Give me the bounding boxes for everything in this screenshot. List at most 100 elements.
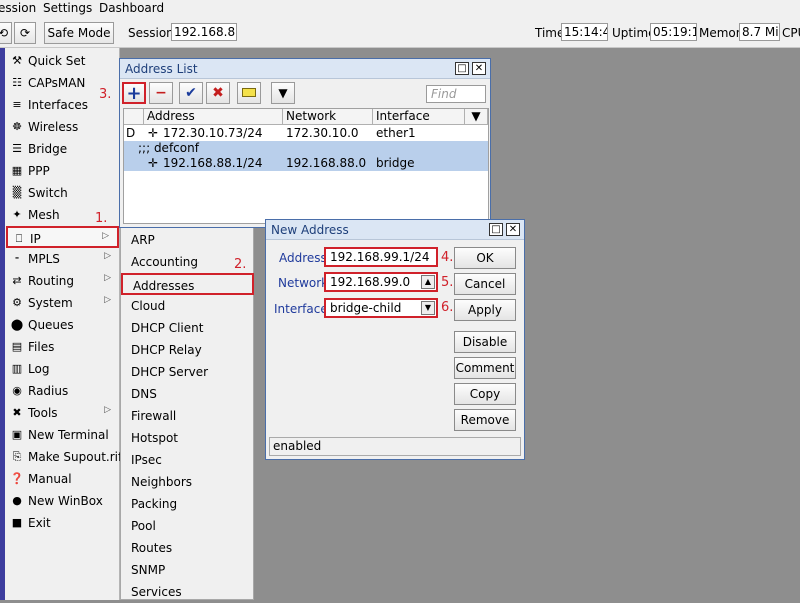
sidebar-item-new-terminal[interactable]: ▣ New Terminal xyxy=(6,424,119,446)
sidebar-item-ip[interactable]: ⎕ IP ▷ xyxy=(6,226,119,248)
enable-button[interactable]: ✔ xyxy=(179,82,203,104)
check-icon: ✔ xyxy=(185,85,197,101)
close-icon[interactable]: ✕ xyxy=(472,62,486,75)
apply-button[interactable]: Apply xyxy=(454,299,516,321)
sidebar-item-label: Mesh xyxy=(28,208,60,222)
comment-button[interactable]: Comment xyxy=(454,357,516,379)
sidebar-item-label: Interfaces xyxy=(28,98,88,112)
sidebar-item-ppp[interactable]: ▦ PPP xyxy=(6,160,119,182)
sidebar-item-exit[interactable]: ■ Exit xyxy=(6,512,119,534)
submenu-item-label: Hotspot xyxy=(131,431,178,445)
sidebar-item-system[interactable]: ⚙ System ▷ xyxy=(6,292,119,314)
sidebar-item-radius[interactable]: ◉ Radius xyxy=(6,380,119,402)
maximize-icon[interactable]: □ xyxy=(455,62,469,75)
sidebar-item-wireless[interactable]: ☸ Wireless xyxy=(6,116,119,138)
new-address-titlebar[interactable]: New Address □ ✕ xyxy=(266,220,524,240)
submenu-item-cloud[interactable]: Cloud xyxy=(121,295,253,317)
table-row[interactable]: D ✛ 172.30.10.73/24 172.30.10.0 ether1 xyxy=(124,126,488,141)
submenu-item-neighbors[interactable]: Neighbors xyxy=(121,471,253,493)
sidebar-item-routing[interactable]: ⇄ Routing ▷ xyxy=(6,270,119,292)
sidebar-item-switch[interactable]: ▒ Switch xyxy=(6,182,119,204)
sidebar-item-label: Routing xyxy=(28,274,75,288)
columns-dropdown-button[interactable]: ▼ xyxy=(465,109,488,125)
sidebar-item-queues[interactable]: ⬤ Queues xyxy=(6,314,119,336)
address-field-value: 192.168.99.1/24 xyxy=(330,250,430,264)
interface-column-header[interactable]: Interface xyxy=(373,109,465,125)
close-icon[interactable]: ✕ xyxy=(506,223,520,236)
menu-session[interactable]: ession xyxy=(0,1,36,15)
step-label-5: 5. xyxy=(441,275,454,290)
network-column-header[interactable]: Network xyxy=(283,109,373,125)
undo-button[interactable]: ⟲ xyxy=(0,22,12,44)
table-row[interactable]: ✛ 192.168.88.1/24 192.168.88.0 bridge xyxy=(124,156,488,171)
sidebar-item-mpls[interactable]: ⁃ MPLS ▷ xyxy=(6,248,119,270)
submenu-item-pool[interactable]: Pool xyxy=(121,515,253,537)
sidebar-item-label: New Terminal xyxy=(28,428,109,442)
submenu-item-arp[interactable]: ARP xyxy=(121,229,253,251)
submenu-item-hotspot[interactable]: Hotspot xyxy=(121,427,253,449)
quick-set-icon: ⚒ xyxy=(12,54,22,67)
menu-dashboard[interactable]: Dashboard xyxy=(99,1,164,15)
sidebar-item-manual[interactable]: ❓ Manual xyxy=(6,468,119,490)
x-icon: ✖ xyxy=(212,85,224,101)
submenu-item-snmp[interactable]: SNMP xyxy=(121,559,253,581)
submenu-item-packing[interactable]: Packing xyxy=(121,493,253,515)
triangle-up-icon[interactable]: ▲ xyxy=(421,275,435,289)
routing-icon: ⇄ xyxy=(12,274,22,287)
sidebar-item-files[interactable]: ▤ Files xyxy=(6,336,119,358)
address-list-titlebar[interactable]: Address List □ ✕ xyxy=(120,59,490,79)
ok-button[interactable]: OK xyxy=(454,247,516,269)
submenu-item-label: Accounting xyxy=(131,255,199,269)
sidebar-item-quick-set[interactable]: ⚒ Quick Set xyxy=(6,50,119,72)
table-comment-row[interactable]: ;;; defconf xyxy=(124,141,488,156)
flag-column-header[interactable] xyxy=(124,109,144,125)
address-column-header[interactable]: Address xyxy=(144,109,283,125)
row-interface: bridge xyxy=(376,156,415,170)
address-table: Address Network Interface ▼ D ✛ 172.30.1… xyxy=(123,108,489,224)
submenu-item-dhcp-relay[interactable]: DHCP Relay xyxy=(121,339,253,361)
filter-button[interactable]: ▼ xyxy=(271,82,295,104)
chevron-right-icon: ▷ xyxy=(104,405,111,415)
menu-settings[interactable]: Settings xyxy=(43,1,92,15)
sidebar-item-bridge[interactable]: ☰ Bridge xyxy=(6,138,119,160)
queues-icon: ⬤ xyxy=(10,318,24,331)
safe-mode-button[interactable]: Safe Mode xyxy=(44,22,114,44)
network-field[interactable]: 192.168.99.0 ▲ xyxy=(324,272,438,292)
sidebar-item-label: New WinBox xyxy=(28,494,103,508)
manual-icon: ❓ xyxy=(10,472,24,485)
add-button[interactable]: + xyxy=(122,82,146,104)
address-row-icon: ✛ xyxy=(148,156,159,170)
interface-select[interactable]: bridge-child ▼ xyxy=(324,298,438,318)
minus-icon: − xyxy=(155,85,167,101)
submenu-item-ipsec[interactable]: IPsec xyxy=(121,449,253,471)
chevron-right-icon: ▷ xyxy=(104,273,111,283)
find-input[interactable]: Find xyxy=(426,85,486,103)
submenu-item-dhcp-client[interactable]: DHCP Client xyxy=(121,317,253,339)
submenu-item-dhcp-server[interactable]: DHCP Server xyxy=(121,361,253,383)
sidebar-item-log[interactable]: ▥ Log xyxy=(6,358,119,380)
submenu-item-addresses[interactable]: Addresses xyxy=(121,273,254,295)
sidebar-item-new-winbox[interactable]: ● New WinBox xyxy=(6,490,119,512)
cancel-button[interactable]: Cancel xyxy=(454,273,516,295)
remove-button[interactable]: − xyxy=(149,82,173,104)
submenu-item-dns[interactable]: DNS xyxy=(121,383,253,405)
comment-button[interactable] xyxy=(237,82,261,104)
submenu-item-routes[interactable]: Routes xyxy=(121,537,253,559)
memory-value: 8.7 MiB xyxy=(739,23,780,41)
remove-button[interactable]: Remove xyxy=(454,409,516,431)
copy-button[interactable]: Copy xyxy=(454,383,516,405)
sidebar-item-label: Switch xyxy=(28,186,68,200)
session-field[interactable]: 192.168.88.1 xyxy=(171,23,237,41)
step-label-6: 6. xyxy=(441,300,454,315)
disable-button[interactable]: ✖ xyxy=(206,82,230,104)
dropdown-arrow-icon[interactable]: ▼ xyxy=(421,301,435,315)
sidebar-item-make-supout-rif[interactable]: ⎘ Make Supout.rif xyxy=(6,446,123,468)
ppp-icon: ▦ xyxy=(11,164,23,177)
disable-button[interactable]: Disable xyxy=(454,331,516,353)
sidebar-item-tools[interactable]: ✖ Tools ▷ xyxy=(6,402,119,424)
submenu-item-label: DHCP Relay xyxy=(131,343,202,357)
maximize-icon[interactable]: □ xyxy=(489,223,503,236)
redo-button[interactable]: ⟳ xyxy=(14,22,36,44)
address-field[interactable]: 192.168.99.1/24 xyxy=(324,247,438,267)
submenu-item-firewall[interactable]: Firewall xyxy=(121,405,253,427)
